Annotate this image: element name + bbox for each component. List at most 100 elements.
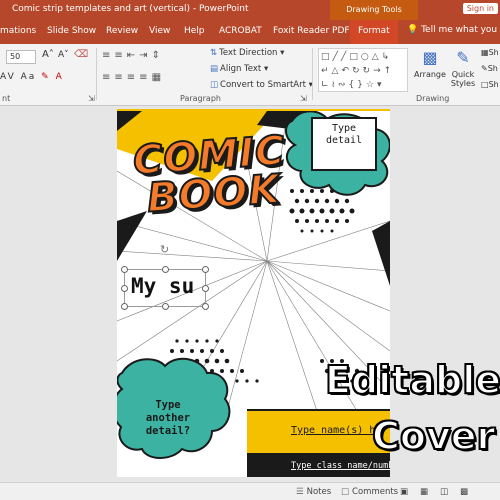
line-spacing-icon[interactable]: ⇕ <box>152 50 164 61</box>
shape-fill-button[interactable]: ▦Sh <box>481 48 499 57</box>
cloud-placeholder-text[interactable]: Type another detail? <box>139 399 197 438</box>
tab-format[interactable]: Format <box>350 20 398 44</box>
align-buttons-row: ≡≡≡≡▦ <box>102 72 165 83</box>
align-text-icon: ▤ <box>210 64 219 74</box>
tab-foxit-reader-pdf[interactable]: Foxit Reader PDF <box>273 26 350 36</box>
change-case-icon[interactable]: Aa <box>21 72 37 82</box>
slideshow-view-icon[interactable]: ▩ <box>460 487 468 497</box>
shrink-font-icon[interactable]: A˅ <box>58 50 69 60</box>
decrease-indent-icon[interactable]: ⇤ <box>127 50 139 61</box>
shape-fill-label: Sh <box>488 48 499 57</box>
divider <box>96 48 97 100</box>
align-left-icon[interactable]: ≡ <box>102 72 114 83</box>
pen-icon: ✎ <box>481 64 488 73</box>
subtitle-text[interactable]: My su <box>131 274 194 298</box>
resize-handle[interactable] <box>121 303 128 310</box>
drawing-tools-context-label: Drawing Tools <box>330 0 418 20</box>
overlay-caption-line-1: Editable <box>324 357 500 403</box>
resize-handle[interactable] <box>162 303 169 310</box>
tab-view[interactable]: View <box>149 26 170 36</box>
font-format-row: AV Aa ✎ A <box>0 72 64 82</box>
slide-sorter-icon[interactable]: ▦ <box>420 487 428 497</box>
clear-formatting-icon[interactable]: ⌫ <box>74 49 88 60</box>
names-placeholder-text[interactable]: Type name(s) he <box>291 425 381 436</box>
increase-indent-icon[interactable]: ⇥ <box>139 50 151 61</box>
arrange-button[interactable]: ▩ Arrange <box>414 48 446 79</box>
normal-view-icon[interactable]: ▣ <box>400 487 408 497</box>
resize-handle[interactable] <box>202 266 209 273</box>
comic-title-line-2[interactable]: BOOK <box>145 165 283 222</box>
font-color-icon[interactable]: A <box>56 72 64 82</box>
quick-styles-button[interactable]: ✎ Quick Styles <box>448 48 478 88</box>
text-direction-icon: ⇅ <box>210 48 218 58</box>
quick-styles-icon: ✎ <box>456 48 470 67</box>
tell-me-box[interactable]: 💡 Tell me what you wa <box>407 25 500 35</box>
columns-icon[interactable]: ▦ <box>152 72 165 83</box>
quick-styles-label-1: Quick <box>451 70 475 79</box>
font-size-input[interactable]: 50 <box>6 50 36 64</box>
font-group-label: nt <box>2 94 11 103</box>
shape-effects-button[interactable]: □Sh <box>481 80 499 89</box>
resize-handle[interactable] <box>121 266 128 273</box>
tab-help[interactable]: Help <box>184 26 205 36</box>
grow-font-icon[interactable]: A˄ <box>42 49 54 60</box>
arrange-icon: ▩ <box>422 48 438 67</box>
resize-handle[interactable] <box>202 303 209 310</box>
tell-me-text: Tell me what you wa <box>421 25 500 35</box>
lightbulb-icon: 💡 <box>407 25 419 35</box>
detail-placeholder-text[interactable]: Type detail <box>322 123 366 147</box>
text-direction-button[interactable]: ⇅ Text Direction ▾ <box>210 48 284 58</box>
shapes-gallery[interactable]: □╱╱□○△↳ ↵△↶↻↻→↑ ∟≀∾{}☆▾ <box>318 48 408 92</box>
font-dialog-launcher-icon[interactable]: ⇲ <box>88 94 95 103</box>
bullets-icon[interactable]: ≡ <box>102 50 114 61</box>
paint-bucket-icon: ▦ <box>481 48 489 57</box>
text-direction-label: Text Direction <box>219 48 278 58</box>
ribbon-tabs: mations Slide Show Review View Help ACRO… <box>0 20 500 44</box>
status-bar: ☰ Notes □ Comments ▣ ▦ ◫ ▩ <box>0 482 500 500</box>
align-center-icon[interactable]: ≡ <box>114 72 126 83</box>
tab-acrobat[interactable]: ACROBAT <box>219 26 262 36</box>
shape-outline-label: Sh <box>487 64 498 73</box>
notes-icon: ☰ <box>296 487 304 497</box>
notes-button[interactable]: ☰ Notes <box>296 487 331 497</box>
character-spacing-icon[interactable]: AV <box>0 72 16 82</box>
class-placeholder-text[interactable]: Type class name/number <box>291 461 390 471</box>
paragraph-dialog-launcher-icon[interactable]: ⇲ <box>300 94 307 103</box>
arrange-label: Arrange <box>414 70 446 79</box>
resize-handle[interactable] <box>162 266 169 273</box>
paragraph-group-label: Paragraph <box>180 94 221 103</box>
quick-styles-label-2: Styles <box>450 79 476 88</box>
effects-icon: □ <box>481 80 489 89</box>
tab-slide-show[interactable]: Slide Show <box>47 26 96 36</box>
window-title: Comic strip templates and art (vertical)… <box>12 4 249 14</box>
align-right-icon[interactable]: ≡ <box>127 72 139 83</box>
align-text-label: Align Text <box>220 64 262 74</box>
convert-smartart-label: Convert to SmartArt <box>220 80 306 90</box>
ribbon: 50 A˄ A˅ ⌫ AV Aa ✎ A nt ⇲ ≡≡⇤⇥⇕ ≡≡≡≡▦ ⇅ T… <box>0 44 500 106</box>
resize-handle[interactable] <box>202 285 209 292</box>
overlay-caption-line-2: Cover <box>371 413 496 459</box>
list-buttons-row: ≡≡⇤⇥⇕ <box>102 50 164 61</box>
signin-button[interactable]: Sign in <box>462 3 498 14</box>
shape-effects-label: Sh <box>488 80 499 89</box>
convert-smartart-button[interactable]: ◫ Convert to SmartArt ▾ <box>210 80 313 90</box>
tab-review[interactable]: Review <box>106 26 138 36</box>
align-text-button[interactable]: ▤ Align Text ▾ <box>210 64 268 74</box>
slide-canvas[interactable]: COMIC BOOK Type detail ↻ My su Type anot… <box>117 109 390 477</box>
shape-outline-button[interactable]: ✎Sh <box>481 64 498 73</box>
justify-icon[interactable]: ≡ <box>139 72 151 83</box>
reading-view-icon[interactable]: ◫ <box>440 487 448 497</box>
divider <box>312 48 313 100</box>
rotate-handle-icon[interactable]: ↻ <box>160 243 169 256</box>
numbering-icon[interactable]: ≡ <box>114 50 126 61</box>
tab-animations[interactable]: mations <box>0 26 36 36</box>
highlight-color-icon[interactable]: ✎ <box>41 72 51 82</box>
notes-label: Notes <box>306 487 332 497</box>
title-bar: Comic strip templates and art (vertical)… <box>0 0 500 20</box>
smartart-icon: ◫ <box>210 80 219 90</box>
comments-label: Comments <box>352 487 399 497</box>
comment-icon: □ <box>341 487 350 497</box>
drawing-group-label: Drawing <box>416 94 450 103</box>
comments-button[interactable]: □ Comments <box>341 487 398 497</box>
resize-handle[interactable] <box>121 285 128 292</box>
